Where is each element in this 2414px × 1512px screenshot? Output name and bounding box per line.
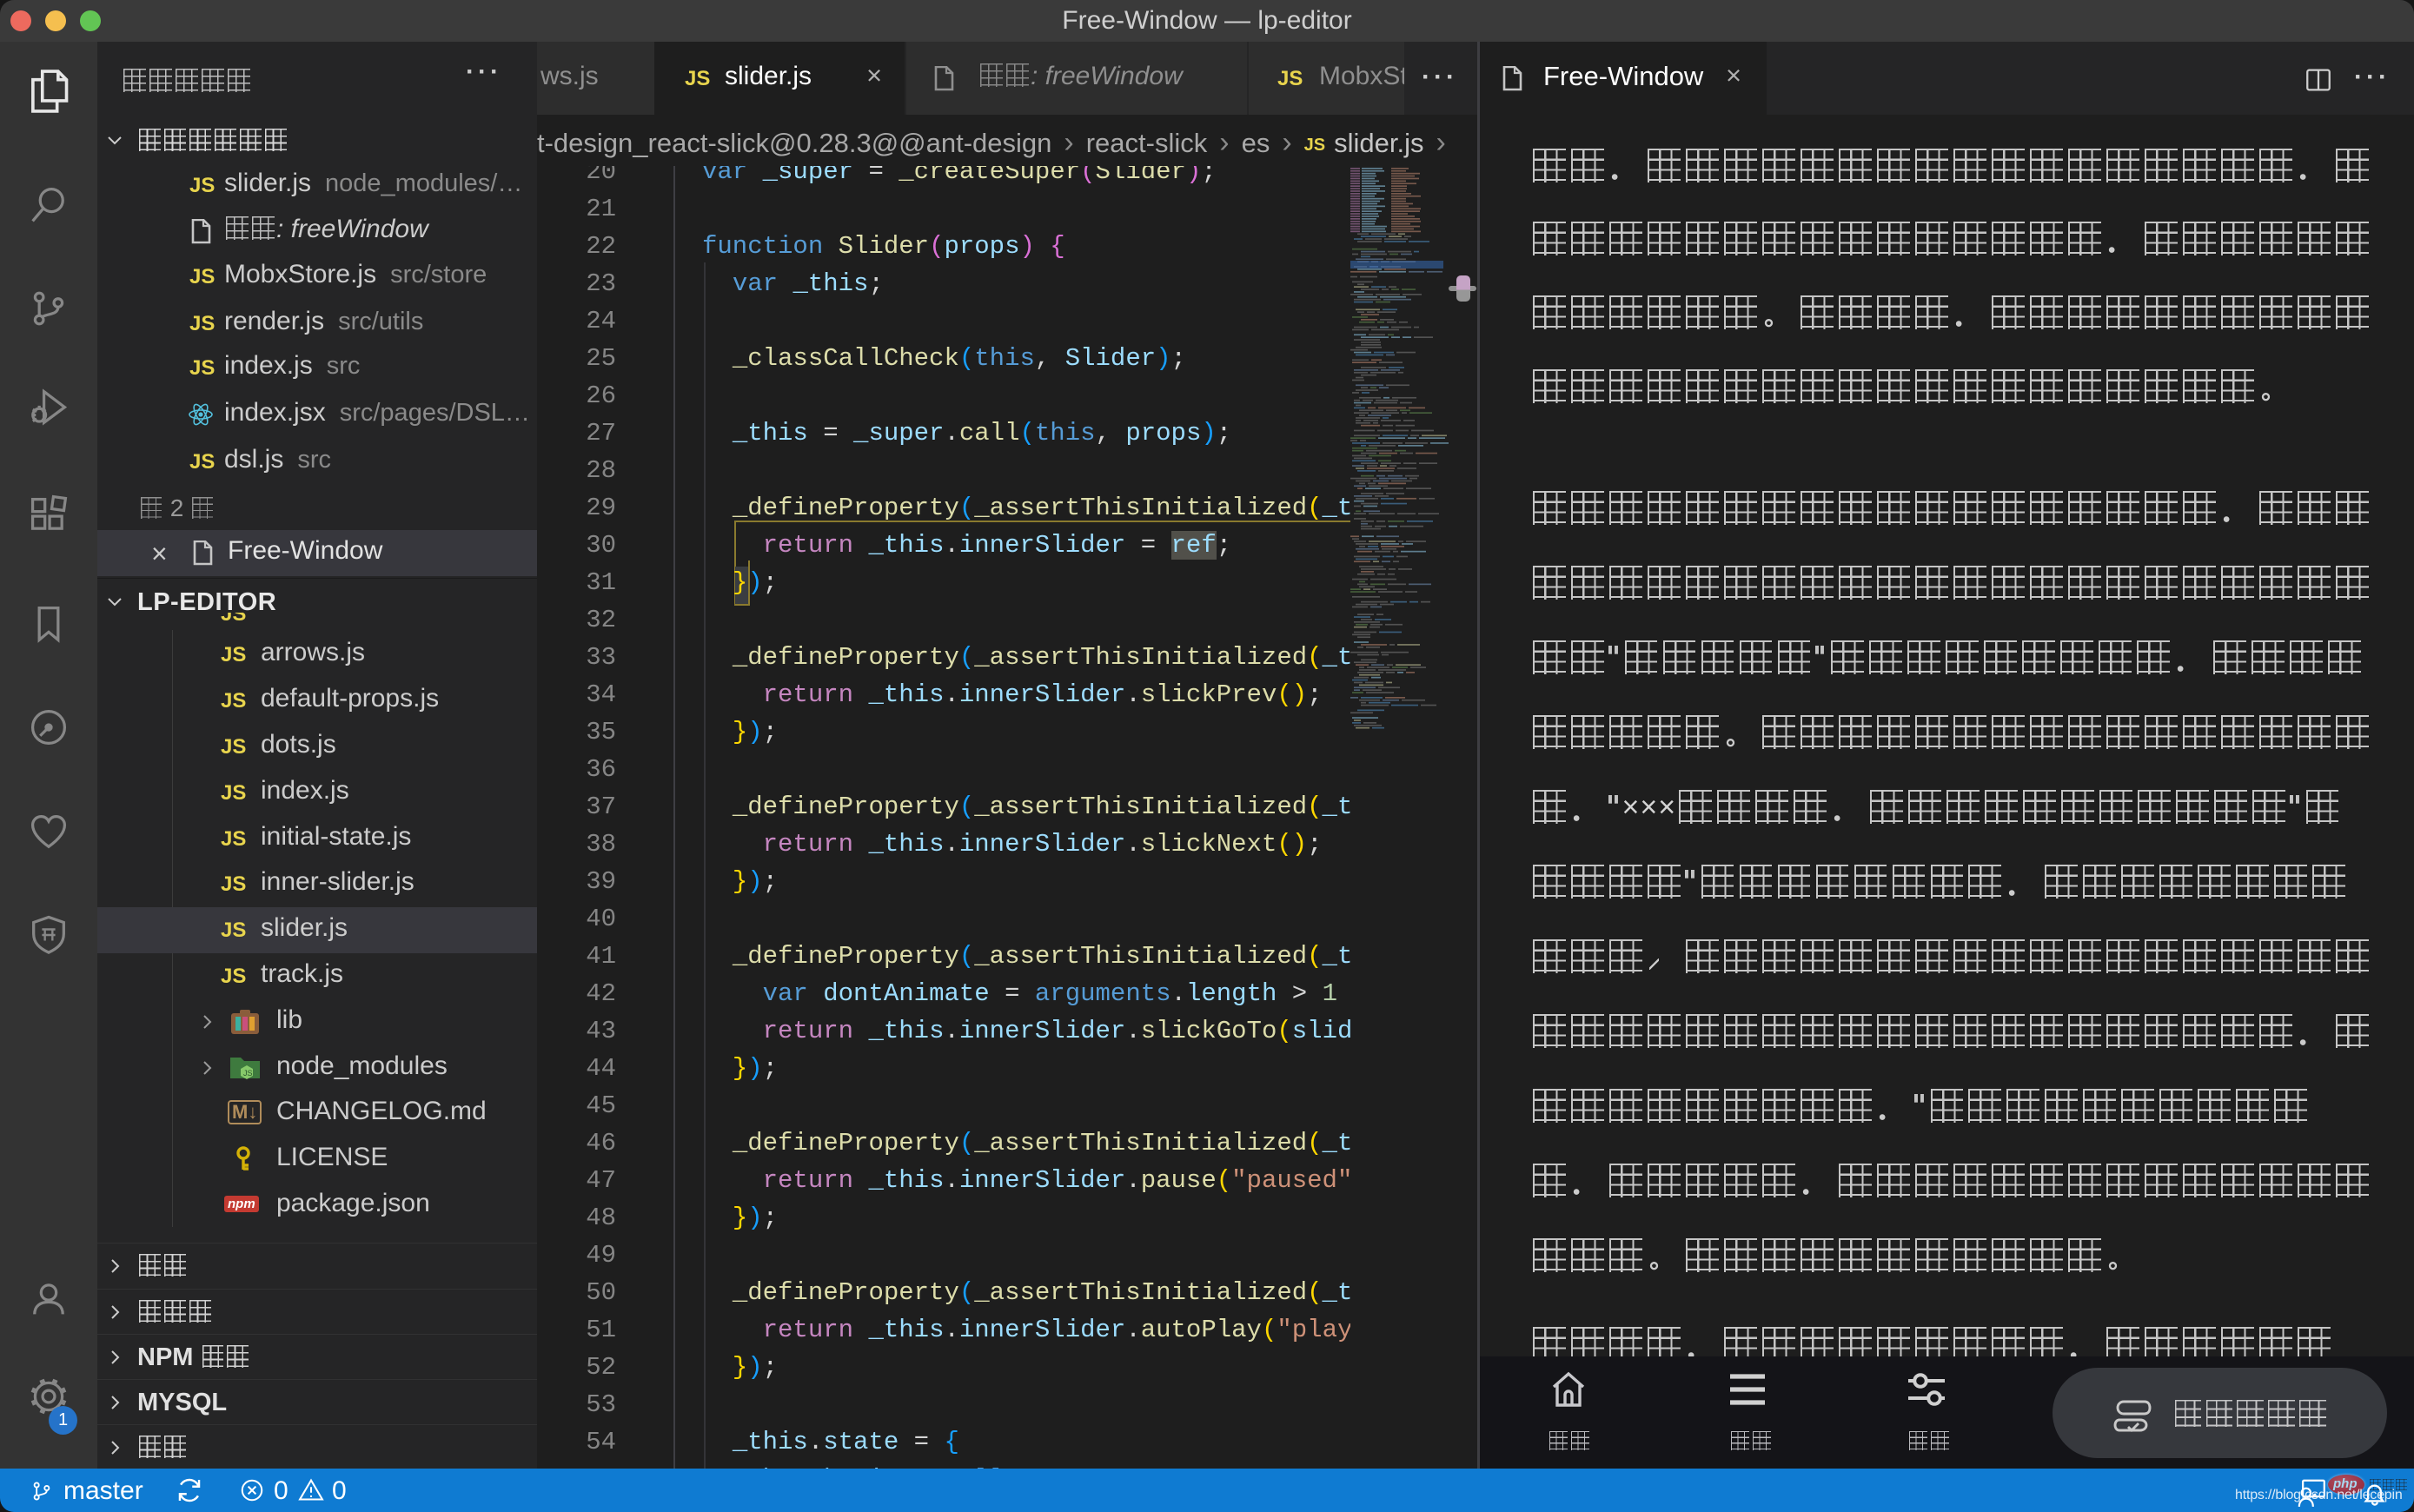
svg-text:JS: JS <box>243 1069 253 1078</box>
